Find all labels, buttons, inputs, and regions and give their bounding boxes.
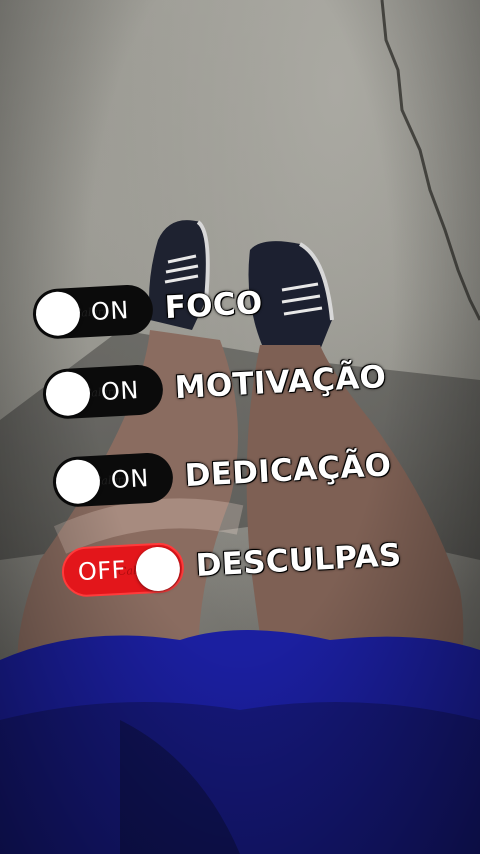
toggle-row-dedicacao: Calvro ON DEDICAÇÃO [51,440,393,508]
motivacao-switch[interactable]: Calvro ON [41,363,165,420]
switch-knob[interactable] [54,458,102,505]
switch-state-text: OFF [77,555,127,587]
toggle-row-motivacao: Calvro ON MOTIVAÇÃO [41,352,388,420]
toggle-label: FOCO [163,284,264,327]
toggle-row-desculpas: Calvro OFF DESCULPAS [60,530,403,598]
toggle-list: Calvro ON FOCO Calvro ON MOTIVAÇÃO Calvr… [0,0,480,854]
foco-switch[interactable]: Calvro ON [31,283,155,340]
switch-state-text: ON [100,376,140,406]
toggle-label: MOTIVAÇÃO [173,359,388,407]
switch-knob[interactable] [34,290,82,337]
switch-knob[interactable] [44,370,92,417]
switch-state-text: ON [90,296,130,326]
switch-state-text: ON [110,464,150,494]
desculpas-switch[interactable]: Calvro OFF [60,541,186,598]
toggle-row-foco: Calvro ON FOCO [31,278,264,340]
toggle-label: DESCULPAS [194,537,403,584]
switch-knob[interactable] [134,545,182,593]
dedicacao-switch[interactable]: Calvro ON [51,451,175,508]
toggle-label: DEDICAÇÃO [183,447,393,495]
